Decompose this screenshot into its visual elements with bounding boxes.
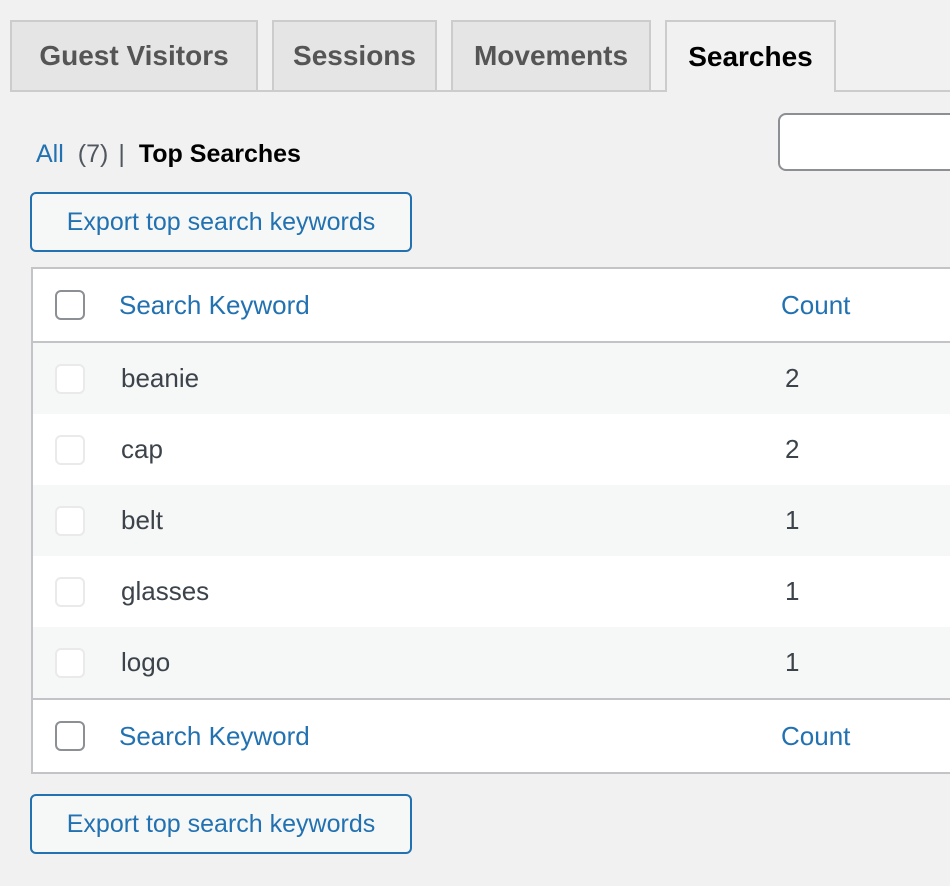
row-checkbox[interactable] — [55, 647, 85, 678]
column-header-count[interactable]: Count — [781, 290, 850, 321]
keyword-cell: belt — [121, 505, 163, 535]
searches-table: Search Keyword Count beanie 2 cap 2 belt… — [31, 267, 950, 774]
count-cell: 1 — [785, 505, 800, 535]
tab-sessions[interactable]: Sessions — [272, 20, 437, 90]
filter-separator: | — [118, 140, 125, 168]
count-cell: 1 — [785, 647, 800, 677]
table-row: belt 1 — [33, 485, 950, 556]
tab-bar: Guest Visitors Sessions Movements Search… — [10, 20, 950, 92]
tab-movements[interactable]: Movements — [451, 20, 651, 90]
table-row: cap 2 — [33, 414, 950, 485]
row-checkbox[interactable] — [55, 576, 85, 607]
tab-searches[interactable]: Searches — [665, 20, 836, 92]
export-keywords-button-bottom[interactable]: Export top search keywords — [30, 794, 412, 854]
search-input[interactable] — [778, 113, 950, 171]
view-filters: All (7) | Top Searches — [36, 140, 301, 169]
count-cell: 1 — [785, 576, 800, 606]
row-checkbox[interactable] — [55, 363, 85, 394]
row-checkbox[interactable] — [55, 505, 85, 536]
keyword-cell: beanie — [121, 363, 200, 393]
select-all-checkbox-footer[interactable] — [55, 721, 85, 751]
export-keywords-button-top[interactable]: Export top search keywords — [30, 192, 412, 252]
table-footer-row: Search Keyword Count — [33, 698, 950, 772]
column-footer-count[interactable]: Count — [781, 721, 850, 752]
keyword-cell: glasses — [121, 576, 210, 606]
table-row: logo 1 — [33, 627, 950, 698]
filter-all-link[interactable]: All — [36, 140, 64, 169]
tab-guest-visitors[interactable]: Guest Visitors — [10, 20, 258, 90]
table-row: beanie 2 — [33, 343, 950, 414]
count-cell: 2 — [785, 363, 800, 393]
count-cell: 2 — [785, 434, 800, 464]
column-header-keyword[interactable]: Search Keyword — [119, 290, 310, 321]
table-row: glasses 1 — [33, 556, 950, 627]
select-all-checkbox[interactable] — [55, 290, 85, 320]
keyword-cell: logo — [121, 647, 171, 677]
keyword-cell: cap — [121, 434, 163, 464]
page: Guest Visitors Sessions Movements Search… — [0, 0, 950, 886]
filter-top-searches: Top Searches — [138, 140, 301, 168]
filter-all-count: (7) — [77, 140, 109, 168]
column-footer-keyword[interactable]: Search Keyword — [119, 721, 310, 752]
table-header-row: Search Keyword Count — [33, 269, 950, 343]
row-checkbox[interactable] — [55, 434, 85, 465]
